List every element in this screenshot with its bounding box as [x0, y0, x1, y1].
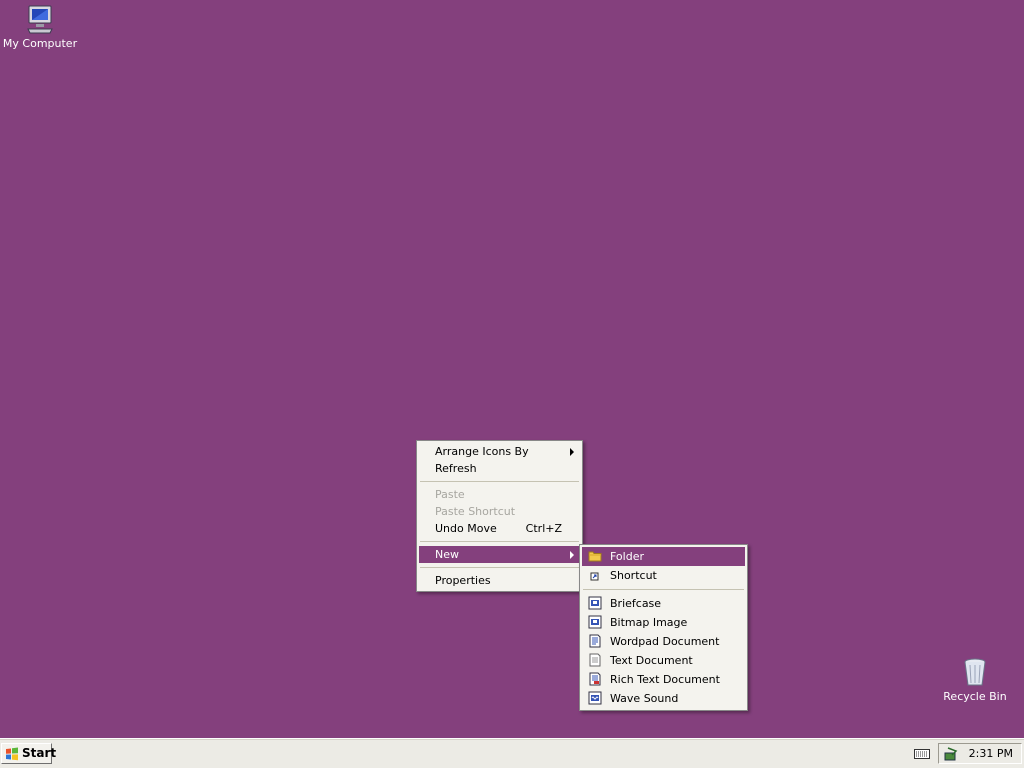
submenu-item-wordpad-document[interactable]: Wordpad Document: [582, 632, 745, 651]
taskbar: Start 2:31 PM: [0, 738, 1024, 768]
wordpad-document-icon: [589, 634, 601, 648]
start-label: Start: [22, 746, 57, 760]
submenu-arrow-icon: [570, 448, 574, 456]
my-computer-label: My Computer: [2, 37, 78, 50]
menu-item-arrange-icons-by[interactable]: Arrange Icons By: [419, 443, 580, 460]
submenu-item-folder[interactable]: Folder: [582, 547, 745, 566]
submenu-item-label: Rich Text Document: [610, 673, 720, 686]
recycle-bin-shortcut[interactable]: Recycle Bin: [936, 656, 1014, 703]
submenu-item-shortcut[interactable]: Shortcut: [582, 566, 745, 585]
new-submenu: Folder Shortcut Briefcase Bitmap Image W…: [579, 544, 748, 711]
submenu-arrow-icon: [570, 551, 574, 559]
submenu-item-label: Text Document: [610, 654, 693, 667]
wave-sound-icon: [588, 691, 602, 705]
submenu-item-label: Bitmap Image: [610, 616, 688, 629]
recycle-bin-icon: [964, 658, 986, 686]
menu-item-paste-shortcut: Paste Shortcut: [419, 503, 580, 520]
menu-separator: [420, 567, 579, 568]
submenu-item-wave-sound[interactable]: Wave Sound: [582, 689, 745, 708]
submenu-item-briefcase[interactable]: Briefcase: [582, 594, 745, 613]
submenu-item-rich-text-document[interactable]: Rich Text Document: [582, 670, 745, 689]
windows-logo-icon: [6, 747, 18, 761]
menu-item-new[interactable]: New: [419, 546, 580, 563]
start-button[interactable]: Start: [1, 743, 56, 764]
menu-separator: [420, 481, 579, 482]
menu-item-properties[interactable]: Properties: [419, 572, 580, 589]
menu-separator: [583, 589, 744, 590]
menu-item-refresh[interactable]: Refresh: [419, 460, 580, 477]
submenu-item-label: Wordpad Document: [610, 635, 720, 648]
menu-item-label: Paste Shortcut: [435, 505, 516, 518]
menu-item-label: Undo Move: [435, 522, 497, 535]
menu-item-paste: Paste: [419, 486, 580, 503]
menu-separator: [420, 541, 579, 542]
menu-item-undo-move[interactable]: Undo Move Ctrl+Z: [419, 520, 580, 537]
submenu-item-label: Briefcase: [610, 597, 662, 610]
system-tray: 2:31 PM: [938, 743, 1022, 764]
rich-text-document-icon: [589, 672, 601, 686]
menu-item-label: Arrange Icons By: [435, 445, 529, 458]
desktop[interactable]: My Computer Recycle Bin Arrange Icons By…: [0, 0, 1024, 738]
submenu-item-text-document[interactable]: Text Document: [582, 651, 745, 670]
shortcut-icon: [590, 572, 599, 581]
network-icon[interactable]: [943, 746, 959, 762]
my-computer-icon: [27, 5, 53, 34]
submenu-item-bitmap-image[interactable]: Bitmap Image: [582, 613, 745, 632]
menu-item-shortcut: Ctrl+Z: [525, 522, 562, 535]
menu-item-label: Properties: [435, 574, 491, 587]
menu-item-label: Paste: [435, 488, 465, 501]
folder-icon: [588, 551, 602, 562]
text-document-icon: [589, 653, 601, 667]
menu-item-label: New: [435, 548, 459, 561]
clock[interactable]: 2:31 PM: [969, 747, 1013, 760]
briefcase-icon: [588, 596, 602, 610]
recycle-bin-label: Recycle Bin: [943, 690, 1007, 703]
my-computer-shortcut[interactable]: My Computer: [1, 3, 79, 50]
submenu-item-label: Wave Sound: [610, 692, 679, 705]
desktop-context-menu: Arrange Icons By Refresh Paste Paste Sho…: [416, 440, 583, 592]
submenu-item-label: Shortcut: [610, 569, 657, 582]
menu-item-label: Refresh: [435, 462, 477, 475]
keyboard-icon[interactable]: [914, 748, 930, 760]
bitmap-image-icon: [588, 615, 602, 629]
submenu-item-label: Folder: [610, 550, 644, 563]
